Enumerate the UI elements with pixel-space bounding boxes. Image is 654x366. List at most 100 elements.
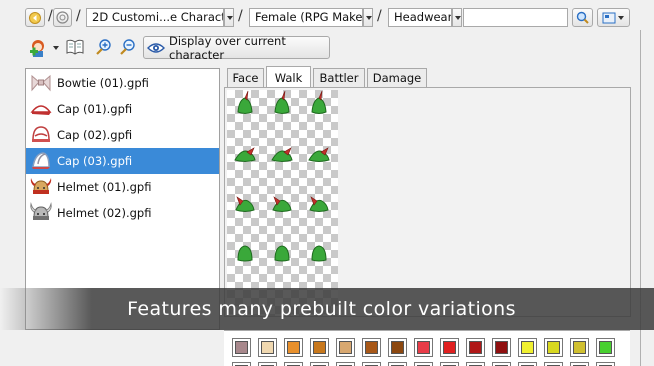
color-swatch[interactable] [596, 362, 615, 366]
color-swatch[interactable] [232, 338, 251, 357]
sprite-sheet-preview [227, 90, 338, 316]
hat-sprite [311, 245, 327, 262]
color-swatch[interactable] [414, 362, 433, 366]
color-swatch-fill [469, 341, 482, 354]
color-swatch-panel [224, 330, 630, 366]
color-swatch[interactable] [232, 362, 251, 366]
hat-body [274, 97, 290, 114]
color-swatch-fill [547, 341, 560, 354]
path-separator: / [48, 8, 53, 24]
breadcrumb-generator[interactable]: 2D Customi...e Character [86, 8, 224, 27]
hat-body [274, 245, 290, 262]
color-swatch-fill [313, 341, 326, 354]
tab-face[interactable]: Face [227, 68, 264, 88]
back-button[interactable] [25, 8, 45, 27]
color-swatch[interactable] [570, 362, 589, 366]
bowtie-icon [29, 72, 53, 94]
hat-body [311, 97, 327, 114]
color-swatch-fill [495, 341, 508, 354]
color-swatch[interactable] [570, 338, 589, 357]
cap-icon [29, 124, 53, 146]
color-swatch[interactable] [336, 338, 355, 357]
hat-feather [318, 90, 323, 101]
action-toolbar: Display over current character [0, 34, 654, 62]
hat-feather [244, 90, 249, 101]
color-swatch[interactable] [284, 362, 303, 366]
color-swatch[interactable] [518, 338, 537, 357]
color-swatch[interactable] [440, 362, 459, 366]
path-separator: / [377, 8, 382, 24]
color-swatch[interactable] [596, 338, 615, 357]
add-item-button[interactable] [29, 37, 61, 59]
hat-sprite [237, 245, 253, 262]
breadcrumb-style-dropdown[interactable] [363, 8, 373, 27]
color-swatch[interactable] [310, 338, 329, 357]
color-swatch[interactable] [492, 338, 511, 357]
caption-banner: Features many prebuilt color variations [0, 288, 654, 330]
color-swatch[interactable] [388, 362, 407, 366]
breadcrumb-category[interactable]: Headwear [388, 8, 452, 27]
path-toolbar: / / 2D Customi...e Character / Female (R… [0, 0, 654, 34]
color-swatch[interactable] [362, 338, 381, 357]
zoom-in-button[interactable] [95, 38, 115, 58]
color-swatch[interactable] [362, 362, 381, 366]
color-swatch[interactable] [544, 338, 563, 357]
list-item[interactable]: Bowtie (01).gpfi [26, 70, 219, 96]
display-over-character-toggle[interactable]: Display over current character [143, 33, 330, 62]
color-swatch[interactable] [310, 362, 329, 366]
display-over-character-label: Display over current character [169, 33, 286, 62]
list-item[interactable]: Cap (01).gpfi [26, 96, 219, 122]
color-swatch[interactable] [258, 362, 277, 366]
zoom-out-button[interactable] [119, 38, 139, 58]
color-swatch-fill [261, 341, 274, 354]
hat-sprite [271, 147, 293, 162]
color-swatch-fill [521, 341, 534, 354]
viking-helmet-icon [29, 176, 53, 198]
hat-body [237, 245, 253, 262]
color-swatch-fill [443, 341, 456, 354]
color-swatch[interactable] [492, 362, 511, 366]
list-item[interactable]: Helmet (01).gpfi [26, 174, 219, 200]
breadcrumb-generator-dropdown[interactable] [224, 8, 234, 27]
hat-sprite [234, 147, 256, 162]
library-button[interactable] [65, 38, 85, 58]
tab-battler[interactable]: Battler [313, 68, 365, 88]
viking-helmet-icon [29, 202, 53, 224]
root-icon [56, 11, 69, 24]
list-item-label: Bowtie (01).gpfi [57, 76, 149, 90]
color-swatch[interactable] [414, 338, 433, 357]
color-swatch[interactable] [466, 362, 485, 366]
hat-sprite [237, 90, 253, 114]
list-item-label: Helmet (01).gpfi [57, 180, 152, 194]
list-item[interactable]: Helmet (02).gpfi [26, 200, 219, 226]
list-item-label: Cap (03).gpfi [57, 154, 133, 168]
hat-sprite [274, 245, 290, 262]
view-options-button[interactable] [597, 8, 630, 27]
breadcrumb-style[interactable]: Female (RPG Maker) [249, 8, 363, 27]
book-icon [65, 38, 85, 56]
color-swatch-fill [417, 341, 430, 354]
color-swatch[interactable] [284, 338, 303, 357]
hat-sprite [235, 196, 255, 212]
search-input[interactable] [463, 8, 568, 27]
color-swatch[interactable] [544, 362, 563, 366]
tab-walk[interactable]: Walk [266, 66, 311, 89]
hat-feather [281, 90, 286, 101]
color-swatch[interactable] [440, 338, 459, 357]
list-item[interactable]: Cap (02).gpfi [26, 122, 219, 148]
hat-sprite [274, 90, 290, 114]
cap-icon [29, 150, 53, 172]
root-button[interactable] [53, 8, 72, 27]
hat-sprite [308, 147, 330, 162]
tab-damage[interactable]: Damage [367, 68, 427, 88]
color-swatch[interactable] [336, 362, 355, 366]
preview-pane [224, 87, 631, 317]
color-swatch[interactable] [388, 338, 407, 357]
color-swatch[interactable] [518, 362, 537, 366]
breadcrumb-category-dropdown[interactable] [452, 8, 462, 27]
list-item[interactable]: Cap (03).gpfi [26, 148, 219, 174]
color-swatch[interactable] [258, 338, 277, 357]
color-swatch[interactable] [466, 338, 485, 357]
search-button[interactable] [572, 8, 593, 27]
add-character-icon [29, 37, 61, 59]
